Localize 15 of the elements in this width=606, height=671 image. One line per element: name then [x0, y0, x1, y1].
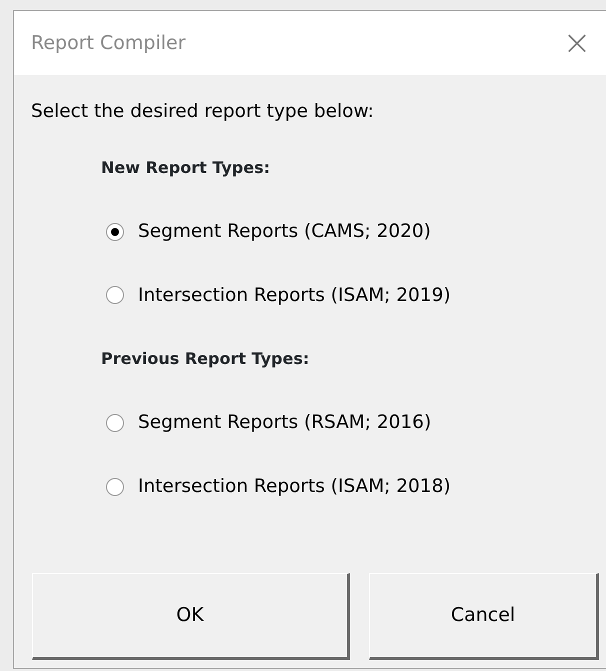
cancel-button[interactable]: Cancel: [369, 573, 599, 660]
radio-button[interactable]: [106, 414, 124, 432]
close-button[interactable]: ×: [547, 26, 606, 60]
radio-button[interactable]: [106, 222, 124, 241]
group-heading: Previous Report Types:: [101, 348, 310, 370]
option-label[interactable]: Intersection Reports (ISAM; 2018): [138, 473, 451, 501]
group-heading: New Report Types:: [101, 156, 271, 179]
option-label[interactable]: Intersection Reports (ISAM; 2019): [138, 282, 451, 310]
radio-button[interactable]: [106, 478, 124, 496]
ok-button[interactable]: OK: [32, 573, 350, 660]
option-label[interactable]: Segment Reports (RSAM; 2016): [138, 409, 432, 437]
radio-button[interactable]: [106, 286, 124, 304]
option-label[interactable]: Segment Reports (CAMS; 2020): [138, 218, 431, 246]
window-title: Report Compiler: [31, 30, 186, 56]
prompt-text: Select the desired report type below:: [31, 100, 375, 124]
